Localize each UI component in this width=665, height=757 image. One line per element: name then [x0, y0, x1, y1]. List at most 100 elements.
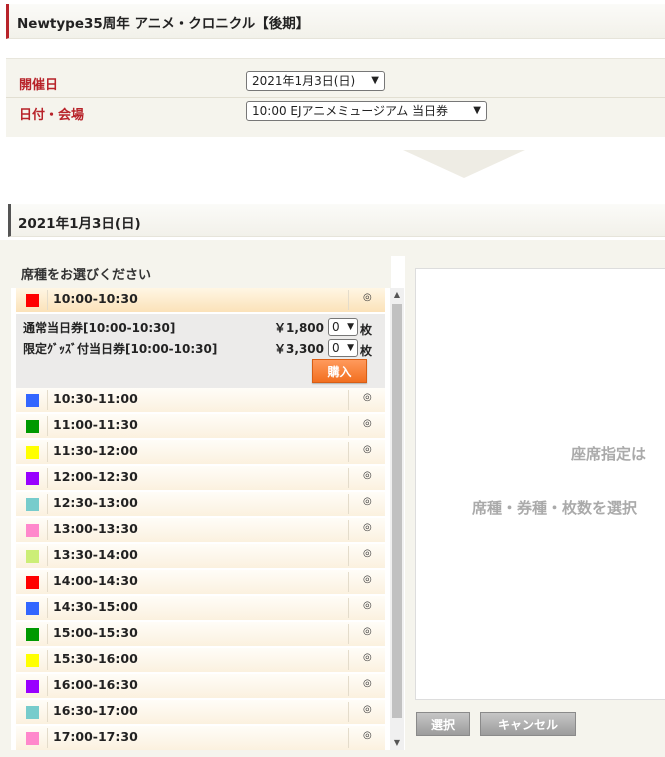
select-button[interactable]: 選択 — [416, 712, 470, 736]
seat-type-row[interactable]: 11:30-12:00 ◎ — [16, 440, 385, 466]
seat-color-swatch — [26, 602, 39, 615]
availability-icon: ◎ — [363, 470, 372, 481]
divider — [47, 468, 48, 488]
seat-type-row[interactable]: 13:00-13:30 ◎ — [16, 518, 385, 544]
divider — [348, 442, 349, 462]
selected-date-bar: 2021年1月3日(日) — [8, 204, 665, 237]
divider — [47, 416, 48, 436]
seat-type-row[interactable]: 13:30-14:00 ◎ — [16, 544, 385, 570]
scroll-up-arrow-icon[interactable]: ▲ — [390, 288, 404, 302]
time-slot-label: 16:30-17:00 — [53, 703, 138, 718]
quantity-select[interactable]: 0 ▼ — [328, 339, 358, 357]
quantity-unit: 枚 — [360, 344, 373, 358]
seat-type-row[interactable]: 11:00-11:30 ◎ — [16, 414, 385, 440]
seat-color-swatch — [26, 706, 39, 719]
divider — [47, 598, 48, 618]
availability-icon: ◎ — [363, 548, 372, 559]
divider — [348, 702, 349, 722]
seat-color-swatch — [26, 628, 39, 641]
step-arrow-band — [0, 137, 665, 197]
seat-color-swatch — [26, 294, 39, 307]
time-slot-label: 12:30-13:00 — [53, 495, 138, 510]
quantity-select[interactable]: 0 ▼ — [328, 318, 358, 336]
seat-type-heading: 席種をお選びください — [21, 268, 152, 283]
availability-icon: ◎ — [363, 392, 372, 403]
availability-icon: ◎ — [363, 574, 372, 585]
page-title-bar: Newtype35周年 アニメ・クロニクル【後期】 — [6, 4, 665, 39]
seat-type-row[interactable]: 15:30-16:00 ◎ — [16, 648, 385, 674]
divider — [47, 624, 48, 644]
divider — [47, 702, 48, 722]
seat-color-swatch — [26, 498, 39, 511]
seat-type-row[interactable]: 16:30-17:00 ◎ — [16, 700, 385, 726]
time-slot-label: 11:00-11:30 — [53, 417, 138, 432]
seat-color-swatch — [26, 550, 39, 563]
seat-color-swatch — [26, 420, 39, 433]
seat-color-swatch — [26, 394, 39, 407]
step-down-arrow-icon — [403, 150, 525, 178]
divider — [348, 728, 349, 748]
divider — [47, 290, 48, 310]
seat-type-row[interactable]: 14:30-15:00 ◎ — [16, 596, 385, 622]
quantity-value: 0 — [332, 341, 340, 355]
seat-type-row[interactable]: 17:00-17:30 ◎ — [16, 726, 385, 750]
seat-type-list: 10:00-10:30 ◎ 通常当日券[10:00-10:30] ￥1,800 … — [16, 288, 389, 750]
seat-color-swatch — [26, 576, 39, 589]
time-slot-label: 14:30-15:00 — [53, 599, 138, 614]
divider — [348, 546, 349, 566]
divider — [348, 624, 349, 644]
seat-type-row-open[interactable]: 10:00-10:30 ◎ — [16, 288, 385, 314]
seat-color-swatch — [26, 446, 39, 459]
divider — [348, 676, 349, 696]
divider — [348, 572, 349, 592]
divider — [348, 650, 349, 670]
scrollbar[interactable]: ▲ ▼ — [390, 288, 404, 750]
seat-type-row[interactable]: 16:00-16:30 ◎ — [16, 674, 385, 700]
venue-select[interactable]: 10:00 EJアニメミュージアム 当日券 ▼ — [246, 101, 487, 121]
date-label: 開催日 — [19, 78, 59, 93]
time-slot-label: 14:00-14:30 — [53, 573, 138, 588]
seat-type-row[interactable]: 12:30-13:00 ◎ — [16, 492, 385, 518]
time-slot-label: 11:30-12:00 — [53, 443, 138, 458]
divider — [47, 442, 48, 462]
availability-icon: ◎ — [363, 496, 372, 507]
availability-icon: ◎ — [363, 600, 372, 611]
divider — [348, 390, 349, 410]
seat-color-swatch — [26, 654, 39, 667]
quantity-value: 0 — [332, 320, 340, 334]
seat-color-swatch — [26, 472, 39, 485]
venue-select-value: 10:00 EJアニメミュージアム 当日券 — [252, 104, 449, 118]
availability-icon: ◎ — [363, 626, 372, 637]
divider — [47, 650, 48, 670]
seat-type-row[interactable]: 14:00-14:30 ◎ — [16, 570, 385, 596]
divider — [47, 390, 48, 410]
availability-icon: ◎ — [363, 652, 372, 663]
seat-type-row[interactable]: 12:00-12:30 ◎ — [16, 466, 385, 492]
time-slot-label: 15:00-15:30 — [53, 625, 138, 640]
divider — [348, 520, 349, 540]
chevron-down-icon: ▼ — [347, 343, 354, 353]
date-select[interactable]: 2021年1月3日(日) ▼ — [246, 71, 385, 91]
divider — [348, 468, 349, 488]
venue-label: 日付・会場 — [19, 108, 85, 123]
divider — [348, 290, 349, 310]
availability-icon: ◎ — [363, 292, 372, 303]
seat-type-row[interactable]: 10:30-11:00 ◎ — [16, 388, 385, 414]
divider — [47, 546, 48, 566]
condition-panel: 開催日 2021年1月3日(日) ▼ 日付・会場 10:00 EJアニメミュージ… — [6, 58, 665, 138]
divider — [47, 676, 48, 696]
scroll-down-arrow-icon[interactable]: ▼ — [390, 736, 404, 750]
date-row: 開催日 2021年1月3日(日) ▼ — [6, 67, 665, 98]
seat-type-row[interactable]: 15:00-15:30 ◎ — [16, 622, 385, 648]
time-slot-label: 12:00-12:30 — [53, 469, 138, 484]
cancel-button[interactable]: キャンセル — [480, 712, 576, 736]
divider — [348, 416, 349, 436]
seat-color-swatch — [26, 680, 39, 693]
ticket-price: ￥3,300 — [274, 342, 324, 356]
selected-date-heading: 2021年1月3日(日) — [18, 216, 141, 232]
availability-icon: ◎ — [363, 522, 372, 533]
buy-button[interactable]: 購入 — [312, 359, 367, 383]
seat-map-message: 座席指定は — [571, 445, 647, 463]
scrollbar-thumb[interactable] — [392, 304, 402, 718]
seat-color-swatch — [26, 524, 39, 537]
